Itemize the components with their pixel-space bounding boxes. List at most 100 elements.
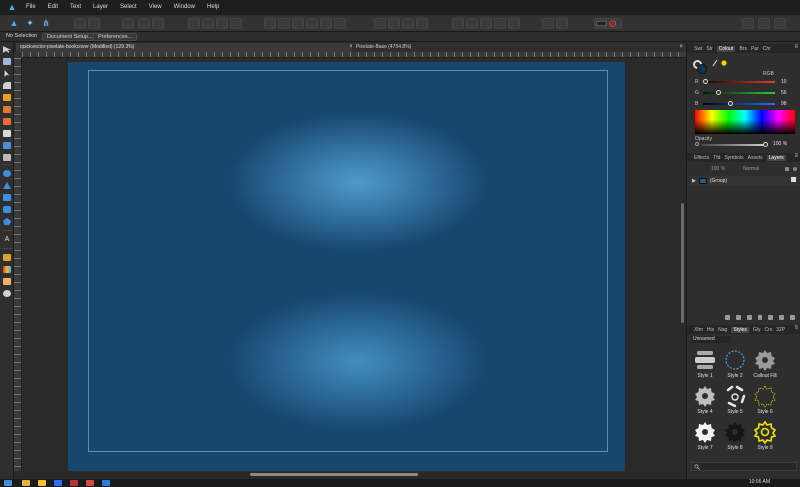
tab-brushes[interactable]: Brs <box>739 46 747 52</box>
styles-category-select[interactable]: Unnamed <box>691 336 731 343</box>
rotate-left-icon[interactable] <box>402 18 414 29</box>
align-top-icon[interactable] <box>306 18 318 29</box>
style-swatch[interactable]: Style 2 <box>719 348 751 382</box>
lock-icon[interactable] <box>785 167 789 171</box>
style-swatch[interactable]: Style 1 <box>689 348 721 382</box>
menu-help[interactable]: Help <box>207 4 219 10</box>
style-swatch[interactable]: Style 4 <box>689 384 721 418</box>
slider-knob[interactable] <box>703 79 709 84</box>
app-icon[interactable] <box>86 480 94 486</box>
delete-layer-icon[interactable] <box>790 315 796 320</box>
pen-tool-icon[interactable] <box>3 94 11 101</box>
move-tool-icon[interactable] <box>3 46 11 53</box>
style-swatch[interactable]: Style 9 <box>749 420 781 454</box>
fill-swatch[interactable] <box>697 64 707 74</box>
tab-stroke[interactable]: Str <box>706 46 712 52</box>
align-bottom-icon[interactable] <box>334 18 346 29</box>
tab-constraints[interactable]: Crs <box>764 327 772 333</box>
colour-spectrum[interactable] <box>695 110 795 134</box>
menu-edit[interactable]: Edit <box>48 4 58 10</box>
tab-paragraph[interactable]: Par <box>751 46 759 52</box>
boolean-xor-icon[interactable] <box>494 18 506 29</box>
tab-colour[interactable]: Colour <box>716 45 736 52</box>
pixel-persona-icon[interactable]: ✦ <box>24 17 36 29</box>
style-swatch[interactable]: Callout Fill <box>749 348 781 382</box>
view-mode-icon[interactable] <box>774 18 786 29</box>
gear-icon[interactable] <box>793 167 797 171</box>
red-slider[interactable]: R 10 <box>695 79 795 85</box>
vertical-ruler[interactable] <box>14 58 22 471</box>
horizontal-scrollbar[interactable] <box>22 471 686 479</box>
tab-character[interactable]: Chr <box>763 46 771 52</box>
menu-select[interactable]: Select <box>120 4 137 10</box>
fill-stroke-swatch[interactable] <box>594 18 622 29</box>
style-swatch[interactable]: Style 6 <box>749 384 781 418</box>
horizontal-scroll-thumb[interactable] <box>250 473 418 476</box>
flip-horizontal-icon[interactable] <box>374 18 386 29</box>
triangle-tool-icon[interactable] <box>3 182 11 189</box>
green-slider[interactable]: G 56 <box>695 90 795 96</box>
transform-icon[interactable] <box>138 18 150 29</box>
affinity-logo-icon[interactable]: ▲ <box>6 2 18 12</box>
group-icon[interactable] <box>757 315 763 320</box>
start-icon[interactable] <box>4 480 12 486</box>
menu-file[interactable]: File <box>26 4 36 10</box>
ellipse-tool-icon[interactable] <box>3 170 11 177</box>
boolean-intersect-icon[interactable] <box>480 18 492 29</box>
document-tab-active[interactable]: quickvector-pixelate-bookcover (Modified… <box>16 43 356 52</box>
tab-swatches[interactable]: Swt <box>694 46 702 52</box>
arrange-to-back-icon[interactable] <box>230 18 242 29</box>
affinity-taskbar-icon[interactable] <box>102 480 110 486</box>
pencil-tool-icon[interactable] <box>3 106 11 113</box>
color-picker-tool-icon[interactable] <box>3 254 11 261</box>
slider-value[interactable]: 56 <box>781 90 787 96</box>
styles-search-field[interactable] <box>691 462 797 471</box>
opacity-value[interactable]: 100 % <box>773 141 787 147</box>
canvas[interactable] <box>22 58 686 471</box>
corner-tool-icon[interactable] <box>3 82 11 89</box>
slider-knob[interactable] <box>727 101 733 106</box>
arrange-forward-icon[interactable] <box>202 18 214 29</box>
swap-colors-icon[interactable] <box>711 59 727 67</box>
snapping-manager-icon[interactable] <box>758 18 770 29</box>
slider-value[interactable]: 98 <box>781 101 787 107</box>
tab-layers[interactable]: Layers <box>766 154 786 161</box>
hand-tool-icon[interactable] <box>3 278 11 285</box>
crop-tool-icon[interactable] <box>3 154 11 161</box>
adjustment-icon[interactable] <box>735 315 741 320</box>
node-tool-icon[interactable] <box>4 70 10 77</box>
rectangle-tool-icon[interactable] <box>3 194 11 201</box>
grid-icon[interactable] <box>152 18 164 29</box>
vertical-scroll-thumb[interactable] <box>681 203 684 323</box>
snap-icon[interactable] <box>122 18 134 29</box>
document-icon[interactable] <box>74 18 86 29</box>
slider-knob[interactable] <box>716 90 722 95</box>
slider-value[interactable]: 10 <box>781 79 787 85</box>
app-icon[interactable] <box>70 480 78 486</box>
menu-view[interactable]: View <box>149 4 162 10</box>
blue-slider[interactable]: B 98 <box>695 101 795 107</box>
tab-text-frame[interactable]: Tfd <box>713 155 720 161</box>
zoom-tool-icon[interactable] <box>3 290 11 297</box>
align-left-icon[interactable] <box>264 18 276 29</box>
boolean-subtract-icon[interactable] <box>466 18 478 29</box>
style-swatch[interactable]: Style 7 <box>689 420 721 454</box>
menu-text[interactable]: Text <box>70 4 81 10</box>
boolean-divide-icon[interactable] <box>508 18 520 29</box>
tab-styles[interactable]: Styles <box>731 326 749 333</box>
align-middle-icon[interactable] <box>320 18 332 29</box>
tab-transform[interactable]: Xfm <box>694 327 703 333</box>
opacity-slider[interactable] <box>701 144 765 146</box>
preferences-button[interactable]: Preferences... <box>93 33 138 41</box>
panel-menu-icon[interactable]: ≡ <box>794 325 798 331</box>
settings-icon[interactable] <box>88 18 100 29</box>
effects-icon[interactable] <box>746 315 752 320</box>
pixel-layer-icon[interactable] <box>779 315 785 320</box>
layer-name[interactable]: (Group) <box>710 178 727 184</box>
menu-layer[interactable]: Layer <box>93 4 108 10</box>
tab-symbols[interactable]: Symbols <box>724 155 743 161</box>
folder-icon[interactable] <box>38 480 46 486</box>
menu-window[interactable]: Window <box>174 4 195 10</box>
arrange-front-icon[interactable] <box>216 18 228 29</box>
vector-brush-tool-icon[interactable] <box>3 118 11 125</box>
